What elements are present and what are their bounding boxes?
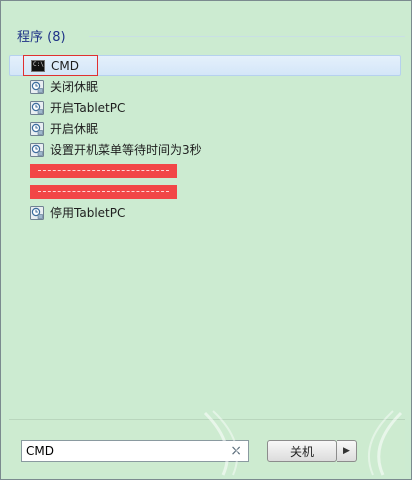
scheduled-task-icon bbox=[30, 100, 44, 115]
start-menu-window: 程序 (8) C:\ CMD 关闭休眠 开启TabletPC 开启休眠 设置开机… bbox=[0, 0, 412, 480]
redaction-bar bbox=[30, 163, 177, 178]
scheduled-task-icon bbox=[30, 121, 44, 136]
redaction-bar bbox=[30, 184, 177, 199]
program-list: C:\ CMD 关闭休眠 开启TabletPC 开启休眠 设置开机菜单等待时间为… bbox=[9, 55, 405, 223]
redacted-item[interactable] bbox=[9, 181, 405, 202]
program-label: 设置开机菜单等待时间为3秒 bbox=[50, 143, 202, 157]
clear-search-icon[interactable]: × bbox=[230, 443, 242, 459]
search-results-panel: 程序 (8) C:\ CMD 关闭休眠 开启TabletPC 开启休眠 设置开机… bbox=[9, 9, 405, 419]
program-label: 停用TabletPC bbox=[50, 206, 126, 220]
group-header: 程序 (8) bbox=[17, 25, 66, 45]
program-item-disable-hibernate[interactable]: 关闭休眠 bbox=[9, 76, 405, 97]
scheduled-task-icon bbox=[30, 205, 44, 220]
program-label: 开启休眠 bbox=[50, 122, 99, 136]
search-input[interactable] bbox=[22, 444, 212, 458]
chevron-right-icon: ▶ bbox=[343, 446, 350, 456]
bottom-bar: × 关机 ▶ bbox=[9, 419, 405, 473]
shutdown-label: 关机 bbox=[289, 444, 314, 459]
selection-highlight-box bbox=[23, 55, 98, 76]
shutdown-button[interactable]: 关机 bbox=[267, 440, 337, 462]
group-divider bbox=[89, 36, 405, 37]
scheduled-task-icon bbox=[30, 79, 44, 94]
shutdown-options-button[interactable]: ▶ bbox=[337, 440, 357, 462]
redacted-item[interactable] bbox=[9, 160, 405, 181]
group-title: 程序 (8) bbox=[17, 29, 66, 45]
search-box[interactable]: × bbox=[21, 440, 249, 462]
program-item-boot-menu-timeout[interactable]: 设置开机菜单等待时间为3秒 bbox=[9, 139, 405, 160]
program-item-enable-hibernate[interactable]: 开启休眠 bbox=[9, 118, 405, 139]
program-label: 关闭休眠 bbox=[50, 80, 99, 94]
scheduled-task-icon bbox=[30, 142, 44, 157]
program-item-enable-tabletpc[interactable]: 开启TabletPC bbox=[9, 97, 405, 118]
program-item-disable-tabletpc[interactable]: 停用TabletPC bbox=[9, 202, 405, 223]
program-label: 开启TabletPC bbox=[50, 101, 126, 115]
